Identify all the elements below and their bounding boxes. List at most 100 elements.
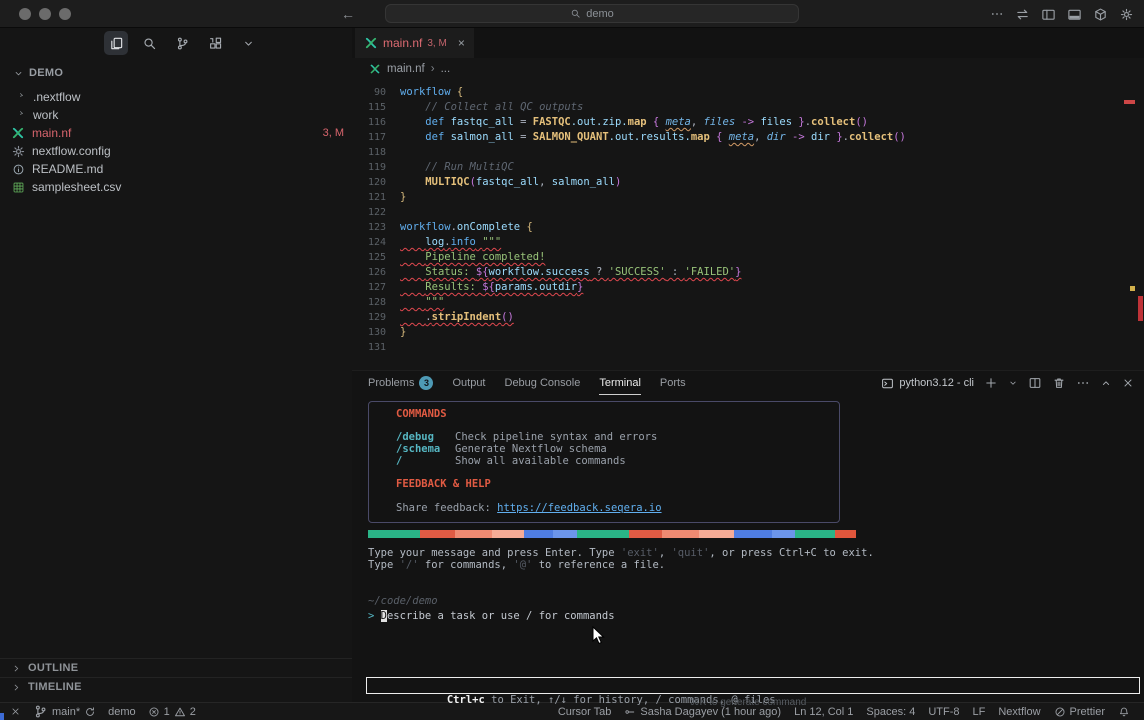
layout-sidebar-icon[interactable] (1041, 7, 1056, 22)
timeline-section[interactable]: TIMELINE (0, 677, 352, 696)
terminal-profile-chevron-icon[interactable] (1008, 378, 1018, 388)
layout-panel-icon[interactable] (1067, 7, 1082, 22)
panel-tab-terminal[interactable]: Terminal (599, 371, 641, 395)
titlebar: ← demo (0, 0, 1144, 28)
chevron-right-icon (11, 682, 22, 693)
sidebar-bottom-sections: OUTLINE TIMELINE (0, 658, 352, 696)
gradient-segment (368, 530, 420, 538)
terminal-cwd: ~/code/demo (368, 595, 1144, 607)
feedback-link[interactable]: https://feedback.seqera.io (497, 502, 661, 514)
gradient-segment (492, 530, 524, 538)
feedback-label: Share feedback: (396, 502, 497, 514)
git-branch[interactable]: main* (33, 704, 96, 719)
nextflow-icon (364, 36, 378, 50)
terminal-section-title: FEEDBACK & HELP (396, 479, 831, 491)
line-number: 131 (352, 340, 386, 355)
remote-indicator[interactable] (10, 706, 21, 717)
cube-icon[interactable] (1093, 7, 1108, 22)
gradient-segment (772, 530, 795, 538)
panel-tab-problems[interactable]: Problems3 (368, 371, 433, 395)
explorer-icon[interactable] (104, 31, 128, 55)
line-content: Status: ${workflow.success ? 'SUCCESS' :… (400, 265, 741, 280)
explorer-root-header[interactable]: DEMO (0, 64, 352, 82)
terminal-view[interactable]: COMMANDS /debugCheck pipeline syntax and… (352, 401, 1144, 709)
line-number: 127 (352, 280, 386, 295)
breadcrumb-symbol[interactable]: ... (441, 63, 451, 75)
zoom-window-button[interactable] (59, 8, 71, 20)
line-content: def fastqc_all = FASTQC.out.zip.map { me… (400, 115, 868, 130)
sync-icon (84, 706, 96, 718)
line-content: // Collect all QC outputs (400, 100, 583, 115)
problems-status[interactable]: 12 (148, 706, 196, 718)
terminal-icon (881, 377, 894, 390)
line-content: def salmon_all = SALMON_QUANT.out.result… (400, 130, 906, 145)
search-icon (570, 8, 581, 19)
kill-terminal-icon[interactable] (1052, 376, 1066, 390)
tree-item-readme-md[interactable]: README.md (0, 160, 352, 178)
code-line: 118 (352, 145, 1144, 160)
command-center-search[interactable]: demo (385, 4, 799, 23)
panel-tab-bar: Problems3 Output Debug Console Terminal Port… (352, 371, 1144, 395)
split-terminal-icon[interactable] (1028, 376, 1042, 390)
terminal-instance[interactable]: python3.12 - cli (881, 377, 974, 390)
breadcrumb[interactable]: main.nf › ... (352, 58, 1144, 80)
terminal-hint-bar[interactable]: Ctrl+c to Exit, ↑/↓ for history, / comma… (366, 677, 1140, 694)
outline-section[interactable]: OUTLINE (0, 658, 352, 677)
chevron-down-icon[interactable] (236, 31, 260, 55)
extensions-icon[interactable] (203, 31, 227, 55)
command-description: Generate Nextflow schema (455, 443, 607, 455)
problems-count-badge: 3 (419, 376, 433, 390)
active-task[interactable]: demo (108, 706, 136, 718)
minimize-window-button[interactable] (39, 8, 51, 20)
more-icon[interactable] (990, 7, 1004, 21)
panel-tab-output[interactable]: Output (452, 371, 485, 395)
line-content: """ (400, 295, 444, 310)
back-arrow-icon[interactable]: ← (341, 6, 355, 22)
swap-arrows-icon[interactable] (1015, 7, 1030, 22)
file-label: samplesheet.csv (32, 180, 121, 194)
chevron-right-icon (11, 663, 22, 674)
tree-item--nextflow[interactable]: .nextflow (0, 88, 352, 106)
code-line: 123workflow.onComplete { (352, 220, 1144, 235)
git-branch-label: main* (52, 706, 80, 718)
tab-bar: main.nf 3, M × (352, 28, 1144, 58)
panel-tab-label: Output (452, 377, 485, 389)
close-panel-icon[interactable] (1122, 377, 1134, 389)
file-label: main.nf (32, 126, 71, 140)
line-content: Results: ${params.outdir} (400, 280, 583, 295)
source-control-icon[interactable] (170, 31, 194, 55)
warning-icon (174, 706, 186, 718)
code-editor[interactable]: 90workflow {115 // Collect all QC output… (352, 80, 1144, 370)
titlebar-actions (990, 0, 1134, 28)
settings-gear-icon[interactable] (1119, 7, 1134, 22)
terminal-prompt[interactable]: > Describe a task or use / for commands (368, 610, 1144, 622)
more-actions-icon[interactable] (1076, 376, 1090, 390)
tree-item-main-nf[interactable]: main.nf3, M (0, 124, 352, 142)
panel-tab-ports[interactable]: Ports (660, 371, 686, 395)
activity-bar (0, 28, 352, 58)
tab-main-nf[interactable]: main.nf 3, M × (355, 28, 474, 58)
feedback-row: Share feedback: https://feedback.seqera.… (396, 503, 831, 515)
gradient-segment (734, 530, 772, 538)
line-content: log.info """ (400, 235, 501, 250)
search-value: demo (586, 8, 614, 20)
close-tab-icon[interactable]: × (458, 36, 465, 50)
panel-tab-debug-console[interactable]: Debug Console (505, 371, 581, 395)
maximize-panel-icon[interactable] (1100, 377, 1112, 389)
line-number: 125 (352, 250, 386, 265)
tree-item-samplesheet-csv[interactable]: samplesheet.csv (0, 178, 352, 196)
close-window-button[interactable] (19, 8, 31, 20)
breadcrumb-file[interactable]: main.nf (387, 63, 425, 75)
code-line: 115 // Collect all QC outputs (352, 100, 1144, 115)
generate-command-hint: ⌘K to generate command (352, 697, 1144, 708)
gradient-segment (577, 530, 629, 538)
code-line: 122 (352, 205, 1144, 220)
terminal-section-title: COMMANDS (396, 409, 831, 421)
tree-item-work[interactable]: work (0, 106, 352, 124)
search-icon[interactable] (137, 31, 161, 55)
new-terminal-icon[interactable] (984, 376, 998, 390)
code-line: 124 log.info """ (352, 235, 1144, 250)
code-line: 120 MULTIQC(fastqc_all, salmon_all) (352, 175, 1144, 190)
tree-item-nextflow-config[interactable]: nextflow.config (0, 142, 352, 160)
code-line: 116 def fastqc_all = FASTQC.out.zip.map … (352, 115, 1144, 130)
